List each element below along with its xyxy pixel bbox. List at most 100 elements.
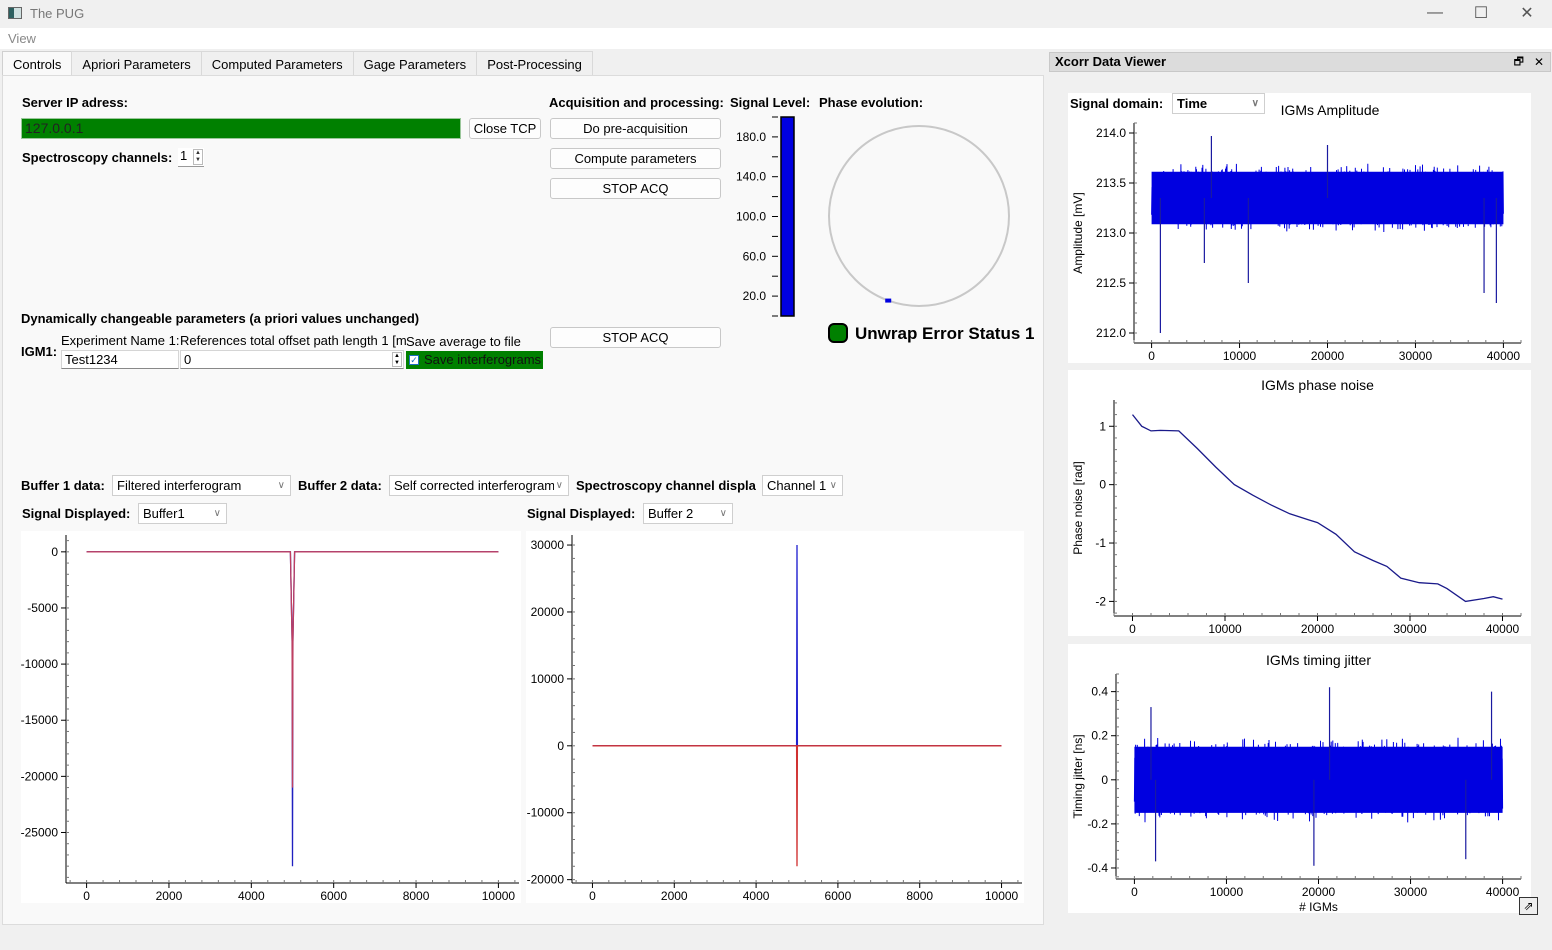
spin-arrows-icon[interactable]: ▲ ▼ (392, 352, 402, 367)
main-tabs: Controls Apriori Parameters Computed Par… (2, 51, 593, 76)
meter-tick-label: 60.0 (743, 249, 767, 263)
save-interferograms-checkbox[interactable]: ✓ Save interferograms (406, 351, 543, 369)
meter-tick-label: 140.0 (736, 170, 766, 184)
phase-marker (885, 298, 892, 303)
x-tick-label: 4000 (743, 889, 770, 903)
dock-close-icon[interactable]: ✕ (1534, 53, 1544, 71)
x-tick-label: 30000 (1393, 622, 1427, 636)
compute-parameters-button[interactable]: Compute parameters (550, 148, 721, 169)
timing-jitter-chart[interactable]: 0 10000 20000 30000 40000 0.4 0.2 0 -0.2 -0.4 IGMs… (1068, 644, 1531, 913)
close-button[interactable]: ✕ (1504, 0, 1550, 26)
x-tick-label: 40000 (1486, 622, 1520, 636)
acq-label: Acquisition and processing: (549, 95, 724, 110)
expand-icon[interactable]: ⇗ (1519, 897, 1538, 915)
meter-tick-label: 100.0 (736, 210, 766, 224)
amplitude-chart[interactable]: 0 10000 20000 30000 40000 214.0 213.5 213.0 212.… (1068, 93, 1531, 363)
x-tick-label: 20000 (1311, 349, 1345, 363)
x-tick-label: 40000 (1486, 885, 1520, 899)
menu-view[interactable]: View (8, 31, 36, 46)
tab-gage-parameters[interactable]: Gage Parameters (352, 51, 478, 75)
series-line-blue (592, 544, 1002, 747)
do-preacquisition-button[interactable]: Do pre-acquisition (550, 118, 721, 139)
x-tick-label: 6000 (825, 889, 852, 903)
series-line-phase (1131, 414, 1503, 603)
unwrap-status-led (828, 323, 848, 343)
buffer1-chart[interactable]: 0 2000 4000 6000 8000 10000 0 -5000 -10000 -15000… (21, 531, 521, 903)
y-tick-label: 0 (1101, 773, 1108, 787)
x-tick-label: 6000 (320, 889, 347, 903)
tab-post-processing[interactable]: Post-Processing (476, 51, 593, 75)
signal-displayed-label-2: Signal Displayed: (527, 506, 636, 521)
spin-arrows-icon[interactable]: ▲ ▼ (193, 149, 203, 165)
x-tick-label: 10000 (985, 889, 1019, 903)
x-tick-label: 40000 (1487, 349, 1521, 363)
y-tick-label: -25000 (21, 825, 58, 839)
close-tcp-button[interactable]: Close TCP (469, 118, 541, 139)
window-title: The PUG (30, 5, 85, 21)
meter-tick-label: 180.0 (736, 130, 766, 144)
chevron-down-icon: ∨ (211, 504, 221, 523)
y-tick-label: -0.2 (1087, 817, 1108, 831)
float-icon[interactable]: 🗗 (1514, 53, 1524, 71)
x-tick-label: 0 (83, 889, 90, 903)
experiment-name-input[interactable]: Test1234 (61, 350, 179, 369)
buffer2-select[interactable]: Self corrected interferogram ∨ (389, 475, 569, 496)
title-bar: The PUG — ☐ ✕ (0, 0, 1552, 26)
minimize-button[interactable]: — (1412, 0, 1458, 26)
x-tick-label: 0 (1148, 349, 1155, 363)
x-tick-label: 2000 (661, 889, 688, 903)
checkmark-icon: ✓ (409, 355, 419, 365)
stop-acq-button[interactable]: STOP ACQ (550, 178, 721, 199)
y-tick-label: 1 (1099, 419, 1106, 433)
y-tick-label: 0.4 (1091, 685, 1108, 699)
spectro-display-select[interactable]: Channel 1 ∨ (762, 475, 843, 496)
x-tick-label: 4000 (238, 889, 265, 903)
x-tick-label: 10000 (482, 889, 516, 903)
save-interferograms-label: Save interferograms (424, 352, 542, 367)
server-ip-input[interactable]: 127.0.0.1 (21, 118, 461, 139)
spectro-channels-label: Spectroscopy channels: (22, 150, 173, 165)
buffer2-chart[interactable]: 0 2000 4000 6000 8000 10000 30000 20000 10000 0 -1… (526, 531, 1024, 903)
phase-evolution-dial (828, 125, 1010, 307)
spectro-display-label: Spectroscopy channel displa (576, 478, 756, 493)
y-tick-label: -20000 (21, 769, 58, 783)
x-tick-label: 0 (589, 889, 596, 903)
x-tick-label: 2000 (156, 889, 183, 903)
buffer1-select[interactable]: Filtered interferogram ∨ (112, 475, 291, 496)
y-tick-label: 10000 (531, 672, 565, 686)
y-tick-label: -5000 (27, 601, 58, 615)
phase-circle (828, 125, 1010, 307)
y-tick-label: -10000 (527, 806, 565, 820)
y-tick-label: 0 (1099, 478, 1106, 492)
dock-title-bar: Xcorr Data Viewer 🗗 ✕ (1049, 52, 1551, 72)
phase-noise-chart[interactable]: 0 10000 20000 30000 40000 1 0 -1 -2 IGMs phase no… (1068, 370, 1531, 636)
chevron-down-icon: ∨ (717, 504, 727, 523)
y-tick-label: 213.5 (1096, 176, 1126, 190)
tab-controls[interactable]: Controls (2, 51, 73, 76)
y-axis-label: Phase noise [rad] (1071, 461, 1085, 554)
tab-computed-parameters[interactable]: Computed Parameters (200, 51, 354, 75)
maximize-button[interactable]: ☐ (1458, 0, 1504, 26)
chevron-down-icon: ∨ (553, 476, 563, 495)
menu-bar: View (0, 28, 1552, 49)
x-tick-label: 8000 (403, 889, 430, 903)
spectro-channels-spinbox[interactable]: 1 ▲ ▼ (178, 148, 204, 167)
meter-tick-label: 20.0 (743, 289, 767, 303)
stop-acq-button-2[interactable]: STOP ACQ (550, 327, 721, 348)
series-band (1134, 746, 1503, 813)
save-average-label: Save average to file (406, 334, 521, 349)
tab-apriori-parameters[interactable]: Apriori Parameters (71, 51, 202, 75)
series-line-red (592, 745, 1002, 867)
ref-offset-spinbox[interactable]: 0 ▲ ▼ (180, 350, 404, 369)
server-ip-label: Server IP adress: (22, 95, 128, 110)
x-axis-label: # IGMs (1299, 900, 1338, 913)
buffer1-value: Filtered interferogram (117, 478, 242, 493)
dynamic-params-label: Dynamically changeable parameters (a pri… (21, 311, 420, 326)
spectro-channels-value: 1 (180, 148, 188, 163)
experiment-name-label: Experiment Name 1: (61, 333, 180, 348)
signal-displayed-select-1[interactable]: Buffer1 ∨ (138, 503, 227, 524)
signal-displayed-select-2[interactable]: Buffer 2 ∨ (643, 503, 733, 524)
chart-title: IGMs phase noise (1261, 377, 1374, 393)
y-tick-label: -0.4 (1087, 861, 1108, 875)
y-tick-label: 0 (51, 545, 58, 559)
